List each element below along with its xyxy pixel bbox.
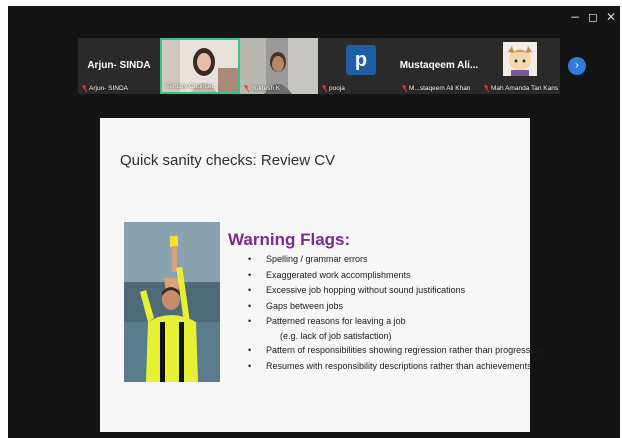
muted-mic-icon [402, 85, 407, 92]
warning-heading: Warning Flags: [228, 230, 351, 249]
participant-label: Yuktesh K [244, 85, 280, 92]
list-item: • Pattern of responsibilities showing reg… [248, 343, 542, 359]
referee-image [124, 222, 220, 382]
participant-display-name: Mustaqeem Ali... [399, 60, 479, 71]
list-item: • Excessive job hopping without sound jus… [248, 283, 542, 299]
participant-tile-pooja[interactable]: p pooja [318, 38, 398, 94]
referee-photo [124, 222, 220, 382]
slide-title: Quick sanity checks: Review CV [120, 152, 336, 169]
list-item: • Patterned reasons for leaving a job [248, 314, 542, 330]
window-controls: − ◻ ✕ [566, 8, 620, 26]
muted-mic-icon [244, 85, 249, 92]
muted-mic-icon [484, 85, 489, 92]
chevron-right-icon: › [574, 58, 580, 72]
participant-label-text: Yuktesh K [251, 85, 281, 92]
avatar: p [346, 45, 376, 75]
minimize-button[interactable]: − [566, 8, 584, 26]
bullet-icon: • [248, 269, 252, 280]
participant-tile-tertiary-counsel[interactable]: Tertiary Counsel... [160, 38, 240, 94]
list-item-text: Excessive job hopping without sound just… [266, 285, 466, 296]
next-participants-button[interactable]: › [568, 57, 586, 75]
bullet-icon: • [248, 285, 252, 296]
meeting-window: − ◻ ✕ Arjun- SINDA Arjun- SINDA Tertiary… [8, 6, 620, 438]
list-item-continuation: (e.g. lack of job satisfaction) [248, 330, 542, 343]
list-item: • Spelling / grammar errors [248, 252, 542, 268]
list-item: • Gaps between jobs [248, 299, 542, 315]
bullet-icon: • [248, 360, 252, 371]
list-item: • Resumes with responsibility description… [248, 359, 542, 375]
participant-tile-mustaqeem[interactable]: Mustaqeem Ali... M...staqeem Ali Khan [398, 38, 480, 94]
participant-display-name: Arjun- SINDA [87, 60, 151, 71]
participant-label-text: Arjun- SINDA [89, 85, 129, 92]
profile-image [503, 42, 537, 76]
maximize-button[interactable]: ◻ [584, 8, 602, 26]
list-item-text: Spelling / grammar errors [266, 254, 368, 264]
muted-mic-icon [82, 85, 87, 92]
bullet-icon: • [248, 254, 252, 264]
participant-label: M...staqeem Ali Khan [402, 85, 470, 92]
participant-label: pooja [322, 85, 345, 92]
list-item-text: (e.g. lack of job satisfaction) [280, 330, 392, 341]
participant-tile-arjun[interactable]: Arjun- SINDA Arjun- SINDA [78, 38, 160, 94]
participant-label-text: Mah Amanda Tan Kans [491, 85, 559, 92]
participant-label: Arjun- SINDA [82, 85, 128, 92]
list-item-text: Gaps between jobs [266, 300, 344, 311]
list-item: • Exaggerated work accomplishments [248, 268, 542, 284]
shared-slide: Quick sanity checks: Review CV Warning F… [100, 118, 542, 432]
participant-label-text: pooja [329, 85, 345, 92]
participant-label-text: M...staqeem Ali Khan [409, 85, 471, 92]
close-button[interactable]: ✕ [602, 8, 620, 26]
participant-label: Tertiary Counsel... [166, 83, 218, 90]
participant-tile-mah-amanda[interactable]: Mah Amanda Tan Kans [480, 38, 560, 94]
list-item-text: Resumes with responsibility descriptions… [266, 360, 532, 371]
list-item-text: Pattern of responsibilities showing regr… [266, 344, 543, 355]
participant-strip: Arjun- SINDA Arjun- SINDA Tertiary Couns… [78, 38, 560, 94]
bullet-icon: • [248, 344, 252, 355]
warning-list: • Spelling / grammar errors • Exaggerated … [248, 252, 542, 374]
participant-label-text: Tertiary Counsel... [166, 83, 219, 90]
participant-tile-yuktesh[interactable]: Yuktesh K [240, 38, 318, 94]
list-item-text: Patterned reasons for leaving a job [266, 316, 406, 327]
bullet-icon: • [248, 316, 252, 327]
list-item-text: Exaggerated work accomplishments [266, 269, 411, 280]
bullet-icon: • [248, 300, 252, 311]
participant-label: Mah Amanda Tan Kans [484, 85, 558, 92]
muted-mic-icon [322, 85, 327, 92]
